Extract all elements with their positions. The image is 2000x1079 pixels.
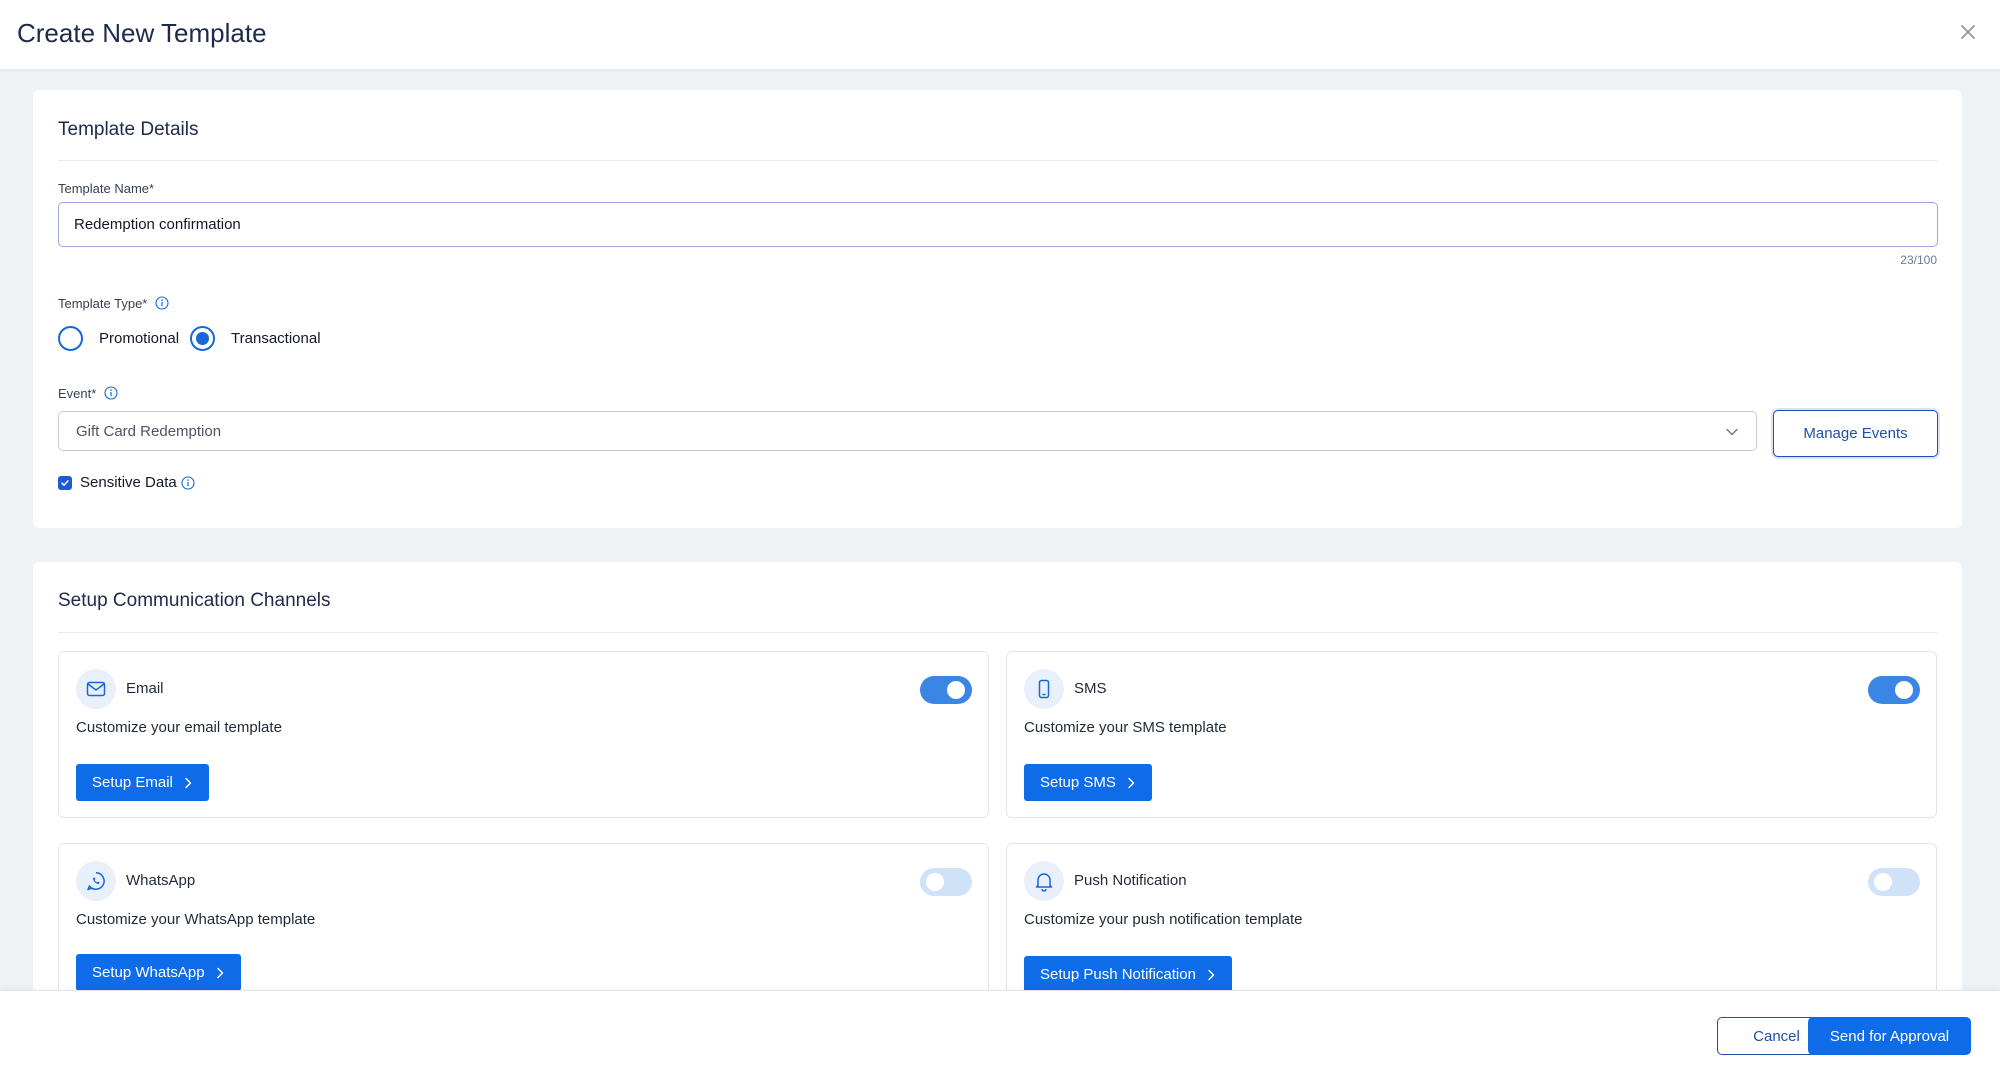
email-toggle[interactable] [920, 676, 972, 704]
template-details-card: Template Details Template Name* Redempti… [33, 90, 1962, 528]
communication-channels-card: Setup Communication Channels Email Custo… [33, 562, 1962, 1010]
toggle-knob [947, 681, 965, 699]
channel-description: Customize your SMS template [1024, 719, 1227, 736]
divider [58, 160, 1937, 161]
radio-promotional[interactable] [58, 326, 83, 351]
chevron-right-icon [216, 967, 223, 978]
channel-card-whatsapp: WhatsApp Customize your WhatsApp templat… [58, 843, 989, 1010]
radio-selected-dot [196, 332, 210, 345]
channel-description: Customize your email template [76, 719, 282, 736]
check-icon [61, 479, 69, 486]
channel-description: Customize your WhatsApp template [76, 911, 316, 928]
setup-email-button[interactable]: Setup Email [76, 764, 209, 801]
close-icon[interactable] [1958, 22, 1978, 42]
setup-whatsapp-button[interactable]: Setup WhatsApp [76, 954, 241, 991]
toggle-knob [1874, 873, 1892, 891]
manage-events-button[interactable]: Manage Events [1773, 410, 1938, 457]
sms-toggle[interactable] [1868, 676, 1920, 704]
channel-name: WhatsApp [126, 872, 196, 889]
radio-promotional-label[interactable]: Promotional [99, 330, 179, 347]
bell-icon [1024, 861, 1064, 901]
sensitive-data-row: Sensitive Data [58, 474, 195, 491]
template-name-input[interactable]: Redemption confirmation [58, 202, 1938, 247]
event-select-value: Gift Card Redemption [76, 422, 222, 440]
template-details-title: Template Details [58, 119, 199, 140]
channel-card-push-notification: Push Notification Customize your push no… [1006, 843, 1937, 1010]
info-icon[interactable] [181, 475, 195, 490]
setup-push-notification-button[interactable]: Setup Push Notification [1024, 956, 1232, 993]
setup-sms-button[interactable]: Setup SMS [1024, 764, 1152, 801]
setup-whatsapp-label: Setup WhatsApp [92, 964, 205, 981]
channel-name: Push Notification [1074, 872, 1187, 889]
setup-push-notification-label: Setup Push Notification [1040, 966, 1196, 983]
mail-icon [76, 669, 116, 709]
template-name-label: Template Name* [58, 181, 155, 196]
sensitive-data-label[interactable]: Sensitive Data [80, 474, 177, 491]
push-notification-toggle[interactable] [1868, 868, 1920, 896]
channel-name: Email [126, 680, 164, 697]
template-type-label: Template Type* [58, 296, 169, 311]
toggle-knob [1895, 681, 1913, 699]
template-type-radio-group: Promotional Transactional [58, 326, 332, 351]
event-select[interactable]: Gift Card Redemption [58, 411, 1757, 451]
whatsapp-icon [76, 861, 116, 901]
modal-title: Create New Template [17, 18, 267, 48]
event-label-text: Event* [58, 386, 97, 401]
setup-sms-label: Setup SMS [1040, 774, 1116, 791]
setup-email-label: Setup Email [92, 774, 173, 791]
modal-footer: Cancel Send for Approval [0, 990, 2000, 1079]
divider [58, 632, 1937, 633]
channel-name: SMS [1074, 680, 1107, 697]
chevron-down-icon [1726, 428, 1738, 436]
radio-transactional-label[interactable]: Transactional [231, 330, 321, 347]
sensitive-data-checkbox[interactable] [58, 475, 72, 490]
modal-header: Create New Template [0, 0, 2000, 70]
template-name-counter: 23/100 [1900, 253, 1937, 267]
chevron-right-icon [1128, 777, 1135, 788]
radio-transactional[interactable] [190, 326, 216, 351]
channels-title: Setup Communication Channels [58, 590, 331, 611]
chevron-right-icon [1208, 969, 1215, 980]
whatsapp-toggle[interactable] [920, 868, 972, 896]
channel-card-sms: SMS Customize your SMS template Setup SM… [1006, 651, 1937, 818]
mobile-icon [1024, 669, 1064, 709]
template-name-value: Redemption confirmation [74, 216, 241, 233]
template-type-label-text: Template Type* [58, 296, 148, 311]
toggle-knob [926, 873, 944, 891]
info-icon[interactable] [104, 386, 118, 400]
chevron-right-icon [185, 777, 192, 788]
event-label: Event* [58, 386, 118, 401]
info-icon[interactable] [155, 296, 169, 310]
send-for-approval-button[interactable]: Send for Approval [1808, 1017, 1971, 1055]
channel-description: Customize your push notification templat… [1024, 911, 1303, 928]
channel-card-email: Email Customize your email template Setu… [58, 651, 989, 818]
